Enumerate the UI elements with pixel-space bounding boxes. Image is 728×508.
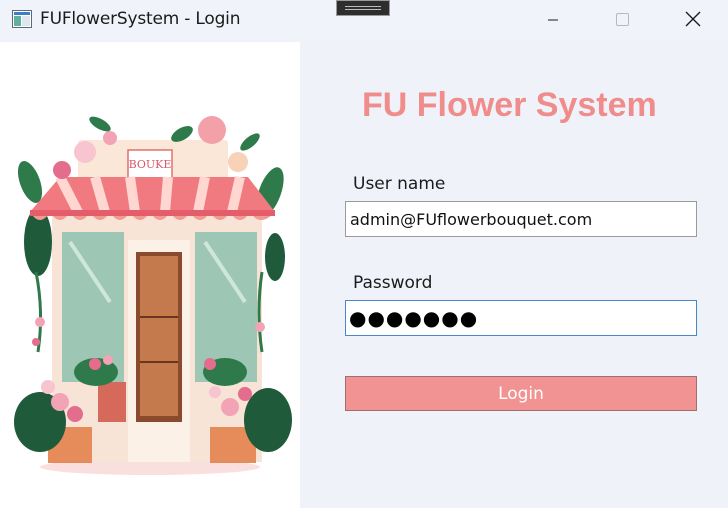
login-button[interactable]: Login: [345, 376, 697, 411]
drag-grip-icon[interactable]: [336, 0, 390, 16]
maximize-icon: [616, 13, 629, 26]
username-label: User name: [353, 174, 446, 194]
flower-shop-illustration: BOUKE: [14, 116, 292, 475]
app-heading: FU Flower System: [362, 86, 657, 124]
illustration-panel: BOUKE: [0, 42, 300, 508]
minimize-button[interactable]: [530, 0, 576, 40]
minimize-icon: [548, 19, 558, 21]
close-button[interactable]: [670, 0, 716, 40]
username-input[interactable]: [345, 201, 697, 237]
close-icon: [685, 11, 701, 27]
password-input[interactable]: [345, 300, 697, 336]
title-bar: FUFlowerSystem - Login: [0, 0, 728, 40]
window-title: FUFlowerSystem - Login: [40, 9, 241, 29]
password-label: Password: [353, 273, 433, 293]
shop-sign-text: BOUKE: [129, 158, 172, 171]
window-app-icon: [12, 10, 32, 28]
maximize-button[interactable]: [599, 0, 645, 40]
